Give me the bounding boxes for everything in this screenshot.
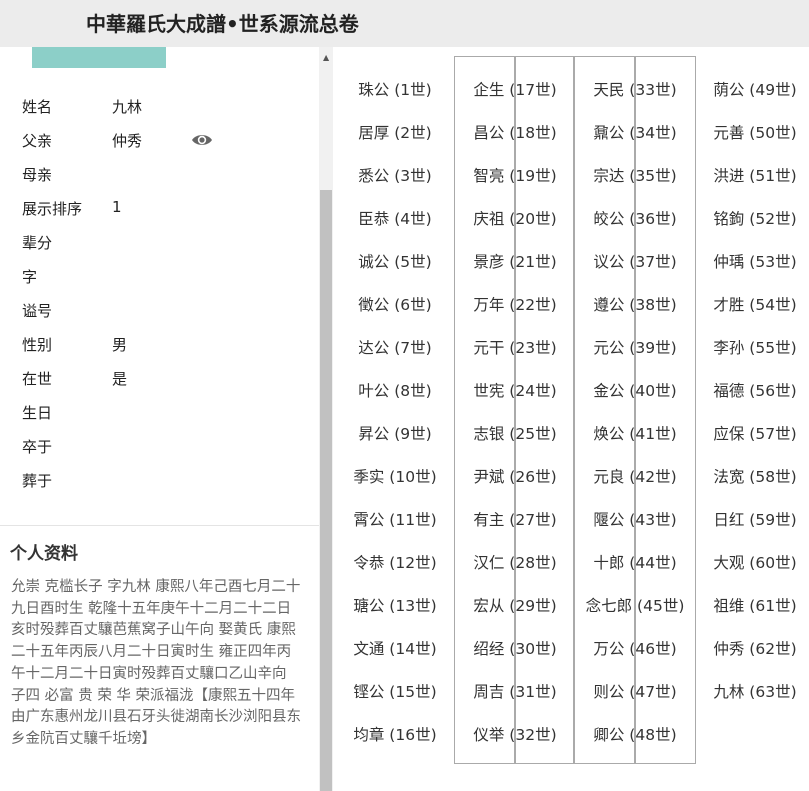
field-label-gender: 性别 (22, 336, 53, 354)
generation-node[interactable]: 皎公 (36世) (593, 207, 676, 229)
field-value-father[interactable]: 仲秀 (112, 130, 142, 151)
personal-info-heading: 个人资料 (10, 544, 78, 564)
generation-node[interactable]: 遵公 (38世) (593, 293, 676, 315)
field-label-buried: 葬于 (22, 472, 53, 490)
top-bar: 中華羅氏大成譜•世系源流总卷 (0, 0, 809, 47)
generation-node[interactable]: 仲瑀 (53世) (713, 250, 796, 272)
field-label-father: 父亲 (22, 132, 53, 150)
field-label-courtesy-name: 字 (22, 268, 38, 286)
generation-node[interactable]: 绍经 (30世) (473, 637, 556, 659)
field-value-name: 九林 (112, 98, 143, 116)
generation-node[interactable]: 令恭 (12世) (353, 551, 436, 573)
field-label-name: 姓名 (22, 98, 53, 116)
generation-node[interactable]: 汉仁 (28世) (473, 551, 556, 573)
field-label-generation-name: 辈分 (22, 234, 53, 252)
personal-info-text: 允崇 克槛长子 字九林 康熙八年己酉七月二十九日酉时生 乾隆十五年庚午十二月二十… (11, 579, 301, 747)
generation-node[interactable]: 鼐公 (34世) (593, 121, 676, 143)
generation-node[interactable]: 铿公 (15世) (353, 680, 436, 702)
generation-node[interactable]: 昌公 (18世) (473, 121, 556, 143)
generation-node[interactable]: 念七郎 (45世) (586, 594, 685, 616)
generation-node[interactable]: 均章 (16世) (353, 723, 436, 745)
lineage-connector (694, 56, 696, 764)
generation-node[interactable]: 季实 (10世) (353, 465, 436, 487)
generation-node[interactable]: 智亮 (19世) (473, 164, 556, 186)
generation-node[interactable]: 悉公 (3世) (358, 164, 431, 186)
generation-node[interactable]: 宏从 (29世) (473, 594, 556, 616)
generation-node[interactable]: 仪举 (32世) (473, 723, 556, 745)
scroll-up-arrow-icon[interactable]: ▲ (323, 53, 329, 62)
generation-node[interactable]: 徵公 (6世) (358, 293, 431, 315)
generation-node[interactable]: 万年 (22世) (473, 293, 556, 315)
generation-node[interactable]: 金公 (40世) (593, 379, 676, 401)
generation-node[interactable]: 企生 (17世) (473, 78, 556, 100)
generation-node[interactable]: 瑭公 (13世) (353, 594, 436, 616)
page-title: 中華羅氏大成譜•世系源流总卷 (86, 12, 359, 36)
generation-node[interactable]: 大观 (60世) (713, 551, 796, 573)
lineage-tree: 珠公 (1世) 居厚 (2世) 悉公 (3世) 臣恭 (4世) 诚公 (5世) 徵公 (6… (333, 47, 809, 791)
generation-node[interactable]: 达公 (7世) (358, 336, 431, 358)
generation-node[interactable]: 元良 (42世) (593, 465, 676, 487)
field-label-posthumous-name: 谥号 (22, 302, 53, 320)
generation-node[interactable]: 元干 (23世) (473, 336, 556, 358)
generation-node[interactable]: 洪进 (51世) (713, 164, 796, 186)
generation-node[interactable]: 才胜 (54世) (713, 293, 796, 315)
generation-node[interactable]: 文通 (14世) (353, 637, 436, 659)
generation-node[interactable]: 居厚 (2世) (358, 121, 431, 143)
field-value-order: 1 (112, 198, 122, 216)
generation-node[interactable]: 法宽 (58世) (713, 465, 796, 487)
scrollbar-track[interactable] (320, 47, 332, 190)
generation-node[interactable]: 九林 (63世) (713, 680, 796, 702)
generation-node[interactable]: 珠公 (1世) (358, 78, 431, 100)
generation-node[interactable]: 隁公 (43世) (593, 508, 676, 530)
generation-node[interactable]: 臣恭 (4世) (358, 207, 431, 229)
generation-node[interactable]: 诚公 (5世) (358, 250, 431, 272)
field-label-died: 卒于 (22, 438, 53, 456)
field-label-order: 展示排序 (22, 200, 83, 218)
generation-node[interactable]: 尹斌 (26世) (473, 465, 556, 487)
generation-node[interactable]: 宗达 (35世) (593, 164, 676, 186)
generation-node[interactable]: 日红 (59世) (713, 508, 796, 530)
generation-node[interactable]: 则公 (47世) (593, 680, 676, 702)
eye-icon[interactable] (191, 132, 213, 152)
generation-node[interactable]: 元公 (39世) (593, 336, 676, 358)
generation-node[interactable]: 周吉 (31世) (473, 680, 556, 702)
generation-node[interactable]: 李孙 (55世) (713, 336, 796, 358)
generation-node[interactable]: 焕公 (41世) (593, 422, 676, 444)
generation-node[interactable]: 铭鉤 (52世) (713, 207, 796, 229)
generation-node[interactable]: 应保 (57世) (713, 422, 796, 444)
field-value-gender: 男 (112, 336, 128, 354)
scrollbar-thumb[interactable] (320, 190, 332, 791)
profile-panel: 姓名 九林 父亲 仲秀 母亲 展示排序 1 辈分 字 谥号 性别 男 在世 是 … (0, 47, 319, 791)
generation-node[interactable]: 叶公 (8世) (358, 379, 431, 401)
generation-node[interactable]: 元善 (50世) (713, 121, 796, 143)
field-value-alive: 是 (112, 370, 128, 388)
generation-node[interactable]: 议公 (37世) (593, 250, 676, 272)
generation-node[interactable]: 祖维 (61世) (713, 594, 796, 616)
section-divider (0, 525, 319, 526)
generation-node[interactable]: 昇公 (9世) (358, 422, 431, 444)
generation-node[interactable]: 荫公 (49世) (713, 78, 796, 100)
generation-node[interactable]: 卿公 (48世) (593, 723, 676, 745)
profile-scrollbar[interactable]: ▲ (319, 47, 333, 791)
generation-node[interactable]: 有主 (27世) (473, 508, 556, 530)
generation-node[interactable]: 志银 (25世) (473, 422, 556, 444)
generation-node[interactable]: 仲秀 (62世) (713, 637, 796, 659)
profile-photo (32, 47, 166, 68)
field-label-mother: 母亲 (22, 166, 53, 184)
generation-node[interactable]: 霄公 (11世) (353, 508, 436, 530)
field-label-birthday: 生日 (22, 404, 53, 422)
generation-node[interactable]: 庆祖 (20世) (473, 207, 556, 229)
generation-node[interactable]: 景彦 (21世) (473, 250, 556, 272)
field-label-alive: 在世 (22, 370, 53, 388)
generation-node[interactable]: 十郎 (44世) (593, 551, 676, 573)
generation-node[interactable]: 福德 (56世) (713, 379, 796, 401)
generation-node[interactable]: 天民 (33世) (593, 78, 676, 100)
generation-node[interactable]: 万公 (46世) (593, 637, 676, 659)
generation-node[interactable]: 世宪 (24世) (473, 379, 556, 401)
